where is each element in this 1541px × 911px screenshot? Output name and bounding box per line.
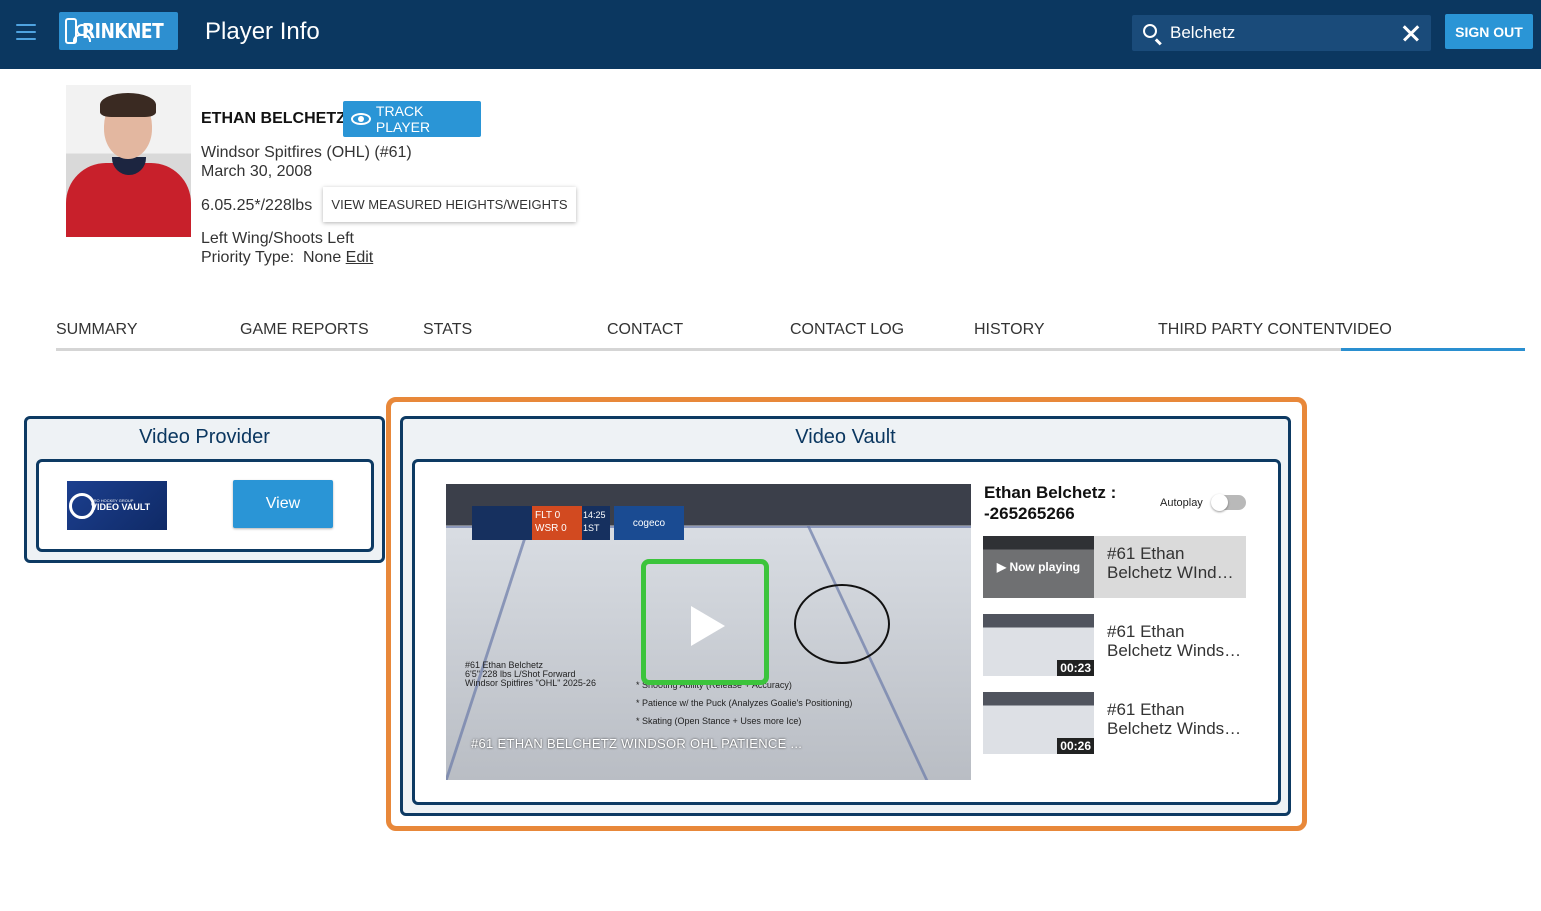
active-tab-indicator (1341, 348, 1525, 351)
rinknet-logo-icon (65, 18, 92, 44)
track-player-label: TRACK PLAYER (375, 103, 431, 135)
search-box (1132, 15, 1431, 51)
now-playing-overlay: ▶ Now playing (983, 536, 1094, 598)
tab-history[interactable]: HISTORY (974, 321, 1045, 339)
score-value1: 0 (554, 510, 561, 521)
search-icon (1143, 24, 1157, 38)
priority-value: None (302, 249, 342, 266)
tab-third-party-content[interactable]: THIRD PARTY CONTENT (1158, 321, 1345, 339)
tab-stats[interactable]: STATS (423, 321, 472, 339)
video-vault-title: Video Vault (795, 426, 896, 448)
tab-contact[interactable]: CONTACT (607, 321, 683, 339)
video-bullet-3: * Skating (Open Stance + Uses more Ice) (636, 716, 802, 726)
tab-video[interactable]: VIDEO (1342, 321, 1392, 339)
video-bullet-2: * Patience w/ the Puck (Analyzes Goalie'… (636, 698, 853, 708)
hamburger-menu-icon[interactable] (16, 24, 36, 40)
playlist-item-title: #61 Ethan Belchetz Winds… (1107, 622, 1242, 660)
top-bar: RINKNET Player Info SIGN OUT (0, 0, 1541, 69)
score-time: 14:25 (583, 510, 606, 520)
player-name: ETHAN BELCHETZ (201, 110, 346, 127)
logo-main-text: VIDEO VAULT (91, 502, 151, 512)
sign-out-button[interactable]: SIGN OUT (1445, 14, 1533, 49)
video-thumbnail: ▶ Now playing (983, 536, 1094, 598)
play-icon[interactable] (691, 606, 725, 646)
rinknet-logo[interactable]: RINKNET (59, 12, 178, 50)
score-team2: WSR (535, 523, 559, 534)
video-title: #61 ETHAN BELCHETZ WINDSOR OHL PATIENCE … (471, 736, 803, 751)
video-thumbnail: 00:23 (983, 614, 1094, 676)
player-position: Left Wing/Shoots Left (201, 230, 354, 247)
view-button[interactable]: View (233, 480, 333, 528)
video-caption: #61 Ethan Belchetz 6'5" 228 lbs L/Shot F… (465, 660, 596, 688)
video-vault-logo: PRO HOCKEY GROUP VIDEO VAULT (67, 481, 167, 530)
score-period: 1ST (583, 523, 600, 533)
tab-game-reports[interactable]: GAME REPORTS (240, 321, 369, 339)
player-dob: March 30, 2008 (201, 163, 313, 180)
clear-search-icon[interactable] (1401, 24, 1419, 42)
video-vault-card: FLT 0 WSR 0 14:25 1ST cogeco #61 Ethan B… (412, 459, 1281, 805)
search-input[interactable] (1170, 21, 1390, 45)
video-duration: 00:23 (1057, 660, 1094, 676)
playlist-item-title: #61 Ethan Belchetz Winds… (1107, 700, 1242, 738)
video-player[interactable]: FLT 0 WSR 0 14:25 1ST cogeco #61 Ethan B… (446, 484, 971, 780)
playlist-item[interactable]: 00:26 #61 Ethan Belchetz Winds… (983, 692, 1246, 754)
video-provider-card: PRO HOCKEY GROUP VIDEO VAULT View (36, 459, 374, 552)
player-team: Windsor Spitfires (OHL) (#61) (201, 144, 412, 161)
scoreboard: FLT 0 WSR 0 14:25 1ST cogeco (472, 506, 692, 540)
view-measured-heights-button[interactable]: VIEW MEASURED HEIGHTS/WEIGHTS (323, 187, 576, 222)
tab-contact-log[interactable]: CONTACT LOG (790, 321, 904, 339)
video-provider-panel: Video Provider PRO HOCKEY GROUP VIDEO VA… (24, 416, 385, 563)
page-title: Player Info (205, 18, 320, 45)
player-photo (66, 85, 191, 237)
priority-type: Priority Type: None Edit (201, 249, 373, 267)
player-height-weight: 6.05.25*/228lbs (201, 197, 313, 214)
edit-priority-link[interactable]: Edit (346, 249, 374, 266)
playlist-title: Ethan Belchetz : -265265266 (984, 483, 1117, 523)
playlist-item-title: #61 Ethan Belchetz WInd… (1107, 544, 1234, 582)
score-team1: FLT (535, 510, 552, 521)
tabs-divider (56, 348, 1525, 351)
video-thumbnail: 00:26 (983, 692, 1094, 754)
player-circle-annotation (794, 584, 890, 664)
autoplay-label: Autoplay (1160, 497, 1203, 509)
video-duration: 00:26 (1057, 738, 1094, 754)
playlist-item[interactable]: ▶ Now playing #61 Ethan Belchetz WInd… (983, 536, 1246, 598)
playlist-item[interactable]: 00:23 #61 Ethan Belchetz Winds… (983, 614, 1246, 676)
video-vault-panel: Video Vault FLT 0 WSR 0 14:25 1ST cogeco… (400, 416, 1291, 816)
priority-label: Priority Type: (201, 249, 295, 266)
tab-summary[interactable]: SUMMARY (56, 321, 138, 339)
score-value2: 0 (561, 523, 567, 534)
eye-icon (351, 113, 371, 125)
logo-text: RINKNET (82, 19, 164, 43)
sponsor-logo: cogeco (614, 506, 684, 540)
video-provider-title: Video Provider (139, 426, 270, 448)
autoplay-toggle[interactable] (1211, 494, 1246, 511)
track-player-button[interactable]: TRACK PLAYER (343, 101, 481, 137)
